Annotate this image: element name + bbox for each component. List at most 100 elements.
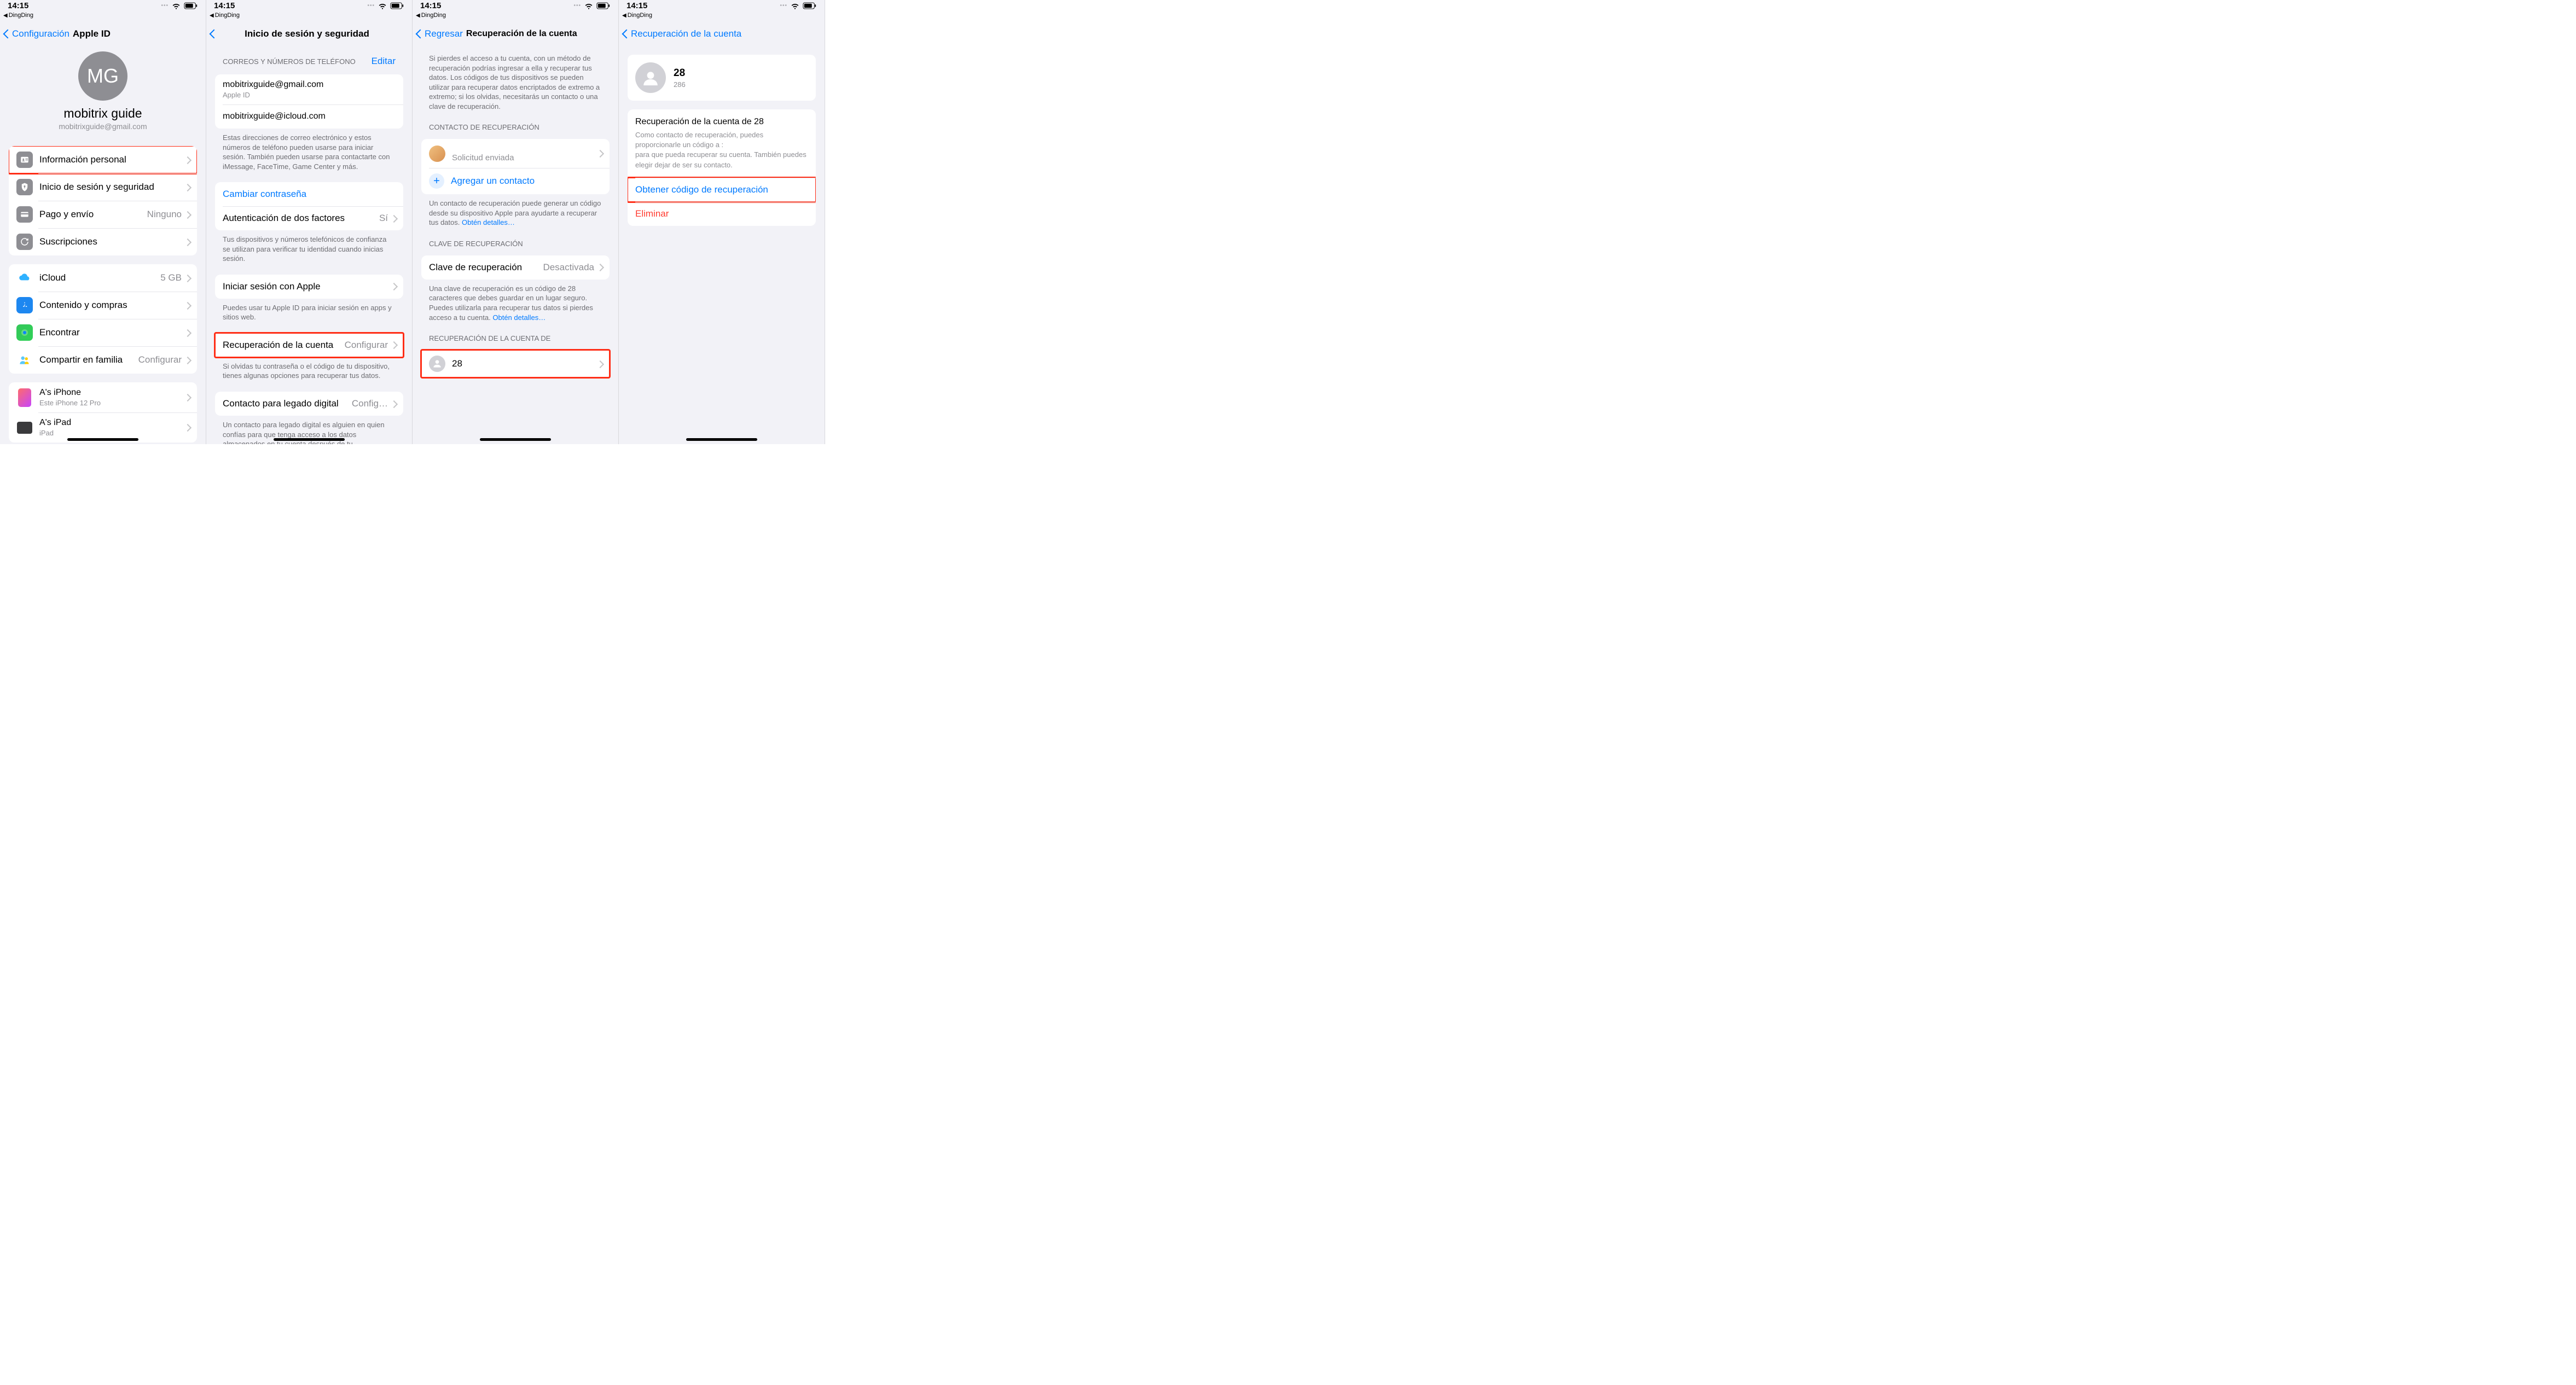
recovery-title: Recuperación de la cuenta de 28	[635, 117, 764, 127]
ipad-icon	[17, 422, 32, 434]
home-indicator[interactable]	[686, 438, 757, 441]
nav-back[interactable]	[211, 28, 217, 39]
battery-icon	[803, 2, 817, 9]
row-personal-info[interactable]: Información personal	[9, 146, 197, 173]
navbar: Configuración Apple ID	[0, 22, 206, 46]
row-detail: Configurar	[345, 340, 388, 351]
row-subscriptions[interactable]: Suscripciones	[9, 228, 197, 255]
back-to-app[interactable]: ◀ DingDing	[0, 11, 206, 22]
row-remove-contact[interactable]: Eliminar	[628, 202, 816, 226]
row-get-recovery-code[interactable]: Obtener código de recuperación	[628, 178, 816, 202]
back-to-app[interactable]: ◀DingDing	[413, 11, 618, 22]
row-label: Eliminar	[635, 208, 808, 219]
profile-header: MG mobitrix guide mobitrixguide@gmail.co…	[0, 46, 206, 137]
status-bar: 14:15 •••	[206, 0, 412, 11]
row-signin-security[interactable]: Inicio de sesión y seguridad	[9, 173, 197, 201]
status-indicators: •••	[367, 1, 404, 10]
row-payment[interactable]: Pago y envío Ninguno	[9, 201, 197, 228]
header-emails: CORREOS Y NÚMEROS DE TELÉFONO Editar	[206, 46, 412, 70]
chevron-left-icon	[4, 28, 11, 39]
details-link[interactable]: Obtén detalles…	[492, 313, 546, 322]
status-bar: 14:15 •••	[0, 0, 206, 11]
row-device-iphone[interactable]: A's iPhone Este iPhone 12 Pro	[9, 382, 197, 412]
row-label: Recuperación de la cuenta	[223, 340, 345, 351]
shield-icon	[16, 179, 33, 195]
row-label: Inicio de sesión y seguridad	[39, 182, 185, 193]
navbar: Regresar Recuperación de la cuenta	[413, 22, 618, 46]
contact-card-icon	[16, 152, 33, 168]
email-sub: Apple ID	[223, 91, 396, 99]
back-to-app[interactable]: ◀DingDing	[206, 11, 412, 22]
row-change-password[interactable]: Cambiar contraseña	[215, 182, 403, 206]
nav-back[interactable]: Regresar	[417, 28, 463, 39]
row-label: Obtener código de recuperación	[635, 184, 808, 195]
home-indicator[interactable]	[67, 438, 138, 441]
details-link[interactable]: Obtén detalles…	[462, 218, 515, 226]
status-indicators: •••	[780, 1, 817, 10]
chevron-right-icon	[391, 215, 396, 222]
contact-avatar	[429, 146, 445, 162]
nav-title: Recuperación de la cuenta	[466, 29, 577, 39]
wifi-icon	[378, 1, 387, 10]
wifi-icon	[171, 1, 181, 10]
chevron-right-icon	[391, 341, 396, 348]
row-label: Suscripciones	[39, 236, 185, 247]
screen-recovery-contact-detail: 14:15 ••• ◀DingDing Recuperación de la c…	[619, 0, 825, 444]
status-bar: 14:15 •••	[413, 0, 618, 11]
recovery-description: Recuperación de la cuenta de 28 Como con…	[628, 109, 816, 178]
row-email-icloud[interactable]: mobitrixguide@icloud.com	[215, 104, 403, 129]
contact-header: 28 286	[628, 55, 816, 101]
row-two-factor[interactable]: Autenticación de dos factores Sí	[215, 206, 403, 230]
header-contact: CONTACTO DE RECUPERACIÓN	[413, 113, 618, 135]
row-add-contact[interactable]: + Agregar un contacto	[421, 168, 610, 194]
row-label: Compartir en familia	[39, 354, 138, 365]
plus-icon: +	[429, 173, 444, 189]
chevron-right-icon	[597, 264, 602, 271]
row-icloud[interactable]: iCloud 5 GB	[9, 264, 197, 292]
header-recovery-for: RECUPERACIÓN DE LA CUENTA DE	[413, 324, 618, 346]
chevron-left-icon	[211, 28, 217, 39]
nav-back[interactable]: Configuración	[4, 28, 69, 39]
refresh-icon	[16, 234, 33, 250]
footer-key: Una clave de recuperación es un código d…	[413, 280, 618, 324]
row-account-recovery[interactable]: Recuperación de la cuenta Configurar	[215, 333, 403, 357]
row-recovery-key[interactable]: Clave de recuperación Desactivada	[421, 255, 610, 280]
row-contact-pending[interactable]: Solicitud enviada	[421, 139, 610, 168]
nav-title: Inicio de sesión y seguridad	[217, 28, 397, 39]
row-signin-apple[interactable]: Iniciar sesión con Apple	[215, 275, 403, 299]
person-icon	[429, 356, 445, 372]
device-sub: Este iPhone 12 Pro	[39, 399, 185, 407]
person-icon	[635, 62, 666, 93]
contact-status: Solicitud enviada	[452, 153, 597, 162]
row-label: Iniciar sesión con Apple	[223, 281, 391, 292]
home-indicator[interactable]	[274, 438, 345, 441]
chevron-right-icon	[597, 150, 602, 157]
row-detail: Configurar	[138, 354, 182, 365]
row-label: Autenticación de dos factores	[223, 213, 379, 224]
row-legacy-contact[interactable]: Contacto para legado digital Config…	[215, 392, 403, 416]
row-recovery-for-person[interactable]: 28	[421, 350, 610, 377]
profile-email: mobitrixguide@gmail.com	[59, 122, 147, 131]
row-family[interactable]: Compartir en familia Configurar	[9, 346, 197, 374]
person-name: 28	[452, 358, 597, 369]
home-indicator[interactable]	[480, 438, 551, 441]
back-to-app[interactable]: ◀DingDing	[619, 11, 825, 22]
chevron-right-icon	[597, 360, 602, 368]
battery-icon	[390, 2, 404, 9]
battery-icon	[184, 2, 198, 9]
navbar: Recuperación de la cuenta	[619, 22, 825, 46]
edit-button[interactable]: Editar	[372, 56, 396, 67]
navbar: Inicio de sesión y seguridad	[206, 22, 412, 46]
row-label: Información personal	[39, 154, 185, 165]
battery-icon	[596, 2, 611, 9]
screen-apple-id: 14:15 ••• ◀ DingDing Configuración Apple…	[0, 0, 206, 444]
nav-back[interactable]: Recuperación de la cuenta	[623, 28, 741, 39]
recovery-desc2: para que pueda recuperar su cuenta. Tamb…	[635, 150, 808, 170]
row-label: Encontrar	[39, 327, 185, 338]
row-find[interactable]: Encontrar	[9, 319, 197, 346]
row-content-purchases[interactable]: Contenido y compras	[9, 292, 197, 319]
icloud-icon	[16, 270, 33, 286]
row-email-primary[interactable]: mobitrixguide@gmail.com Apple ID	[215, 74, 403, 104]
chevron-right-icon	[185, 302, 189, 309]
avatar[interactable]: MG	[78, 51, 127, 101]
